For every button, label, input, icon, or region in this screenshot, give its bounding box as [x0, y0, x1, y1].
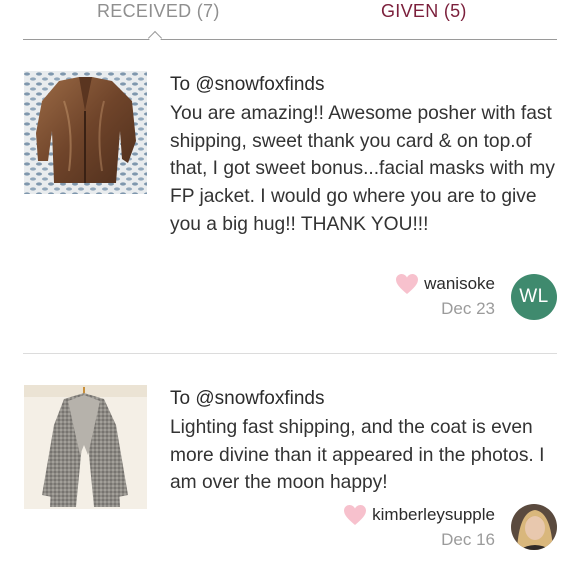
review-recipient[interactable]: To @snowfoxfinds: [170, 73, 324, 97]
review-comment: You are amazing!! Awesome posher with fa…: [170, 103, 555, 235]
tab-given[interactable]: GIVEN (5): [381, 0, 467, 22]
review-author[interactable]: wanisoke: [424, 272, 495, 296]
review-date: Dec 16: [441, 530, 495, 549]
row-divider: [23, 353, 557, 354]
listing-thumbnail[interactable]: [24, 71, 147, 194]
heart-icon: [396, 274, 419, 294]
active-tab-indicator: [147, 30, 163, 46]
brown-leather-jacket-photo: [24, 71, 147, 194]
review-author-row: kimberleysupple: [343, 503, 495, 527]
user-photo-avatar: [511, 504, 557, 550]
review-meta: kimberleysupple Dec 16: [343, 503, 495, 552]
tab-received[interactable]: RECEIVED (7): [97, 0, 220, 22]
feedback-tabs: RECEIVED (7) GIVEN (5): [0, 0, 580, 46]
heart-icon: [344, 505, 367, 525]
avatar[interactable]: [511, 504, 557, 550]
review-author[interactable]: kimberleysupple: [372, 503, 495, 527]
tab-divider: [23, 39, 557, 40]
review-recipient[interactable]: To @snowfoxfinds: [170, 387, 324, 411]
review-author-row: wanisoke: [395, 272, 495, 296]
review-meta: wanisoke Dec 23: [395, 272, 495, 321]
gray-wool-coat-photo: [24, 385, 147, 509]
review-date: Dec 23: [441, 299, 495, 318]
avatar[interactable]: WL: [511, 274, 557, 320]
listing-thumbnail[interactable]: [24, 385, 147, 509]
review-comment: Lighting fast shipping, and the coat is …: [170, 417, 545, 494]
